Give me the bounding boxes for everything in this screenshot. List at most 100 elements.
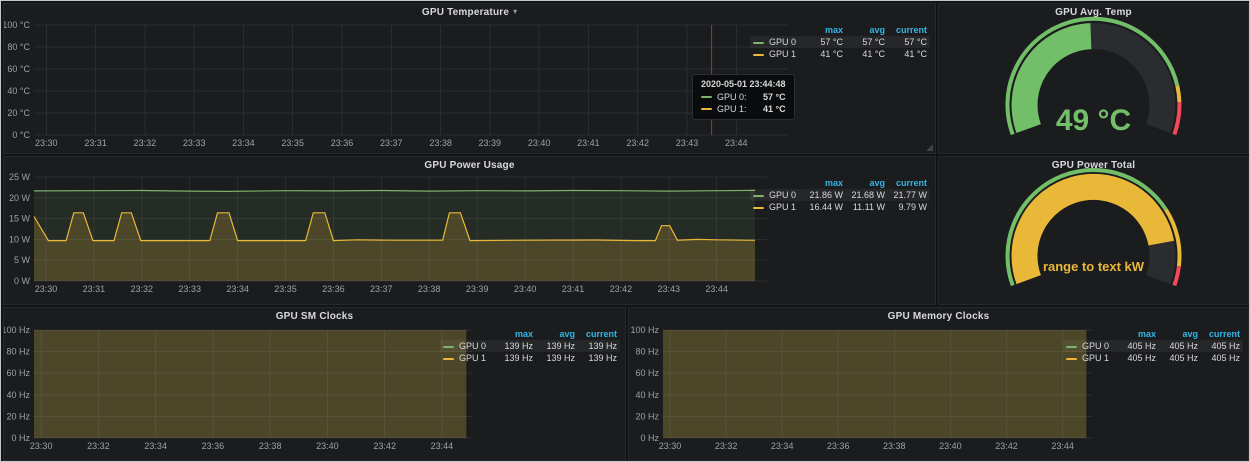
legend-series-name[interactable]: GPU 1 <box>440 352 494 364</box>
legend-stat-current: 57 °C <box>888 36 930 48</box>
tooltip-series-name: GPU 1: <box>717 104 747 114</box>
series-areas <box>34 190 755 281</box>
legend-col-header[interactable]: max <box>494 328 536 340</box>
legend-stat-avg: 21.68 W <box>846 189 888 201</box>
legend-stat-current: 41 °C <box>888 48 930 60</box>
legend-row: GPU 1405 Hz405 Hz405 Hz <box>1063 352 1243 364</box>
panel-header[interactable]: GPU SM Clocks <box>4 308 625 324</box>
svg-text:23:42: 23:42 <box>995 441 1018 451</box>
panel-title[interactable]: GPU Power Usage <box>424 160 514 171</box>
panel-menu-caret-icon[interactable]: ▾ <box>513 8 517 16</box>
legend-series-name[interactable]: GPU 0 <box>440 340 494 352</box>
panel-header[interactable]: GPU Memory Clocks <box>629 308 1248 324</box>
legend-col-header[interactable]: avg <box>846 24 888 36</box>
panel-resize-handle[interactable] <box>926 144 933 151</box>
svg-text:15 W: 15 W <box>9 214 31 224</box>
svg-text:23:44: 23:44 <box>705 284 728 294</box>
legend-stat-current: 9.79 W <box>888 201 930 213</box>
legend-col-header[interactable]: current <box>888 24 930 36</box>
svg-text:23:35: 23:35 <box>281 138 304 148</box>
series-color-dash-icon <box>1066 346 1077 348</box>
panel-gpu-memory-clocks: GPU Memory Clocks 0 Hz20 Hz40 Hz60 Hz80 … <box>628 307 1249 461</box>
svg-text:23:31: 23:31 <box>83 284 106 294</box>
series-color-dash-icon <box>753 207 764 209</box>
svg-text:23:43: 23:43 <box>676 138 699 148</box>
panel-gpu-sm-clocks: GPU SM Clocks 0 Hz20 Hz40 Hz60 Hz80 Hz10… <box>3 307 626 461</box>
panel-title[interactable]: GPU Power Total <box>1052 160 1135 171</box>
panel-gpu-temperature: GPU Temperature ▾ 0 °C20 °C40 °C60 °C80 … <box>3 3 936 154</box>
svg-text:23:32: 23:32 <box>715 441 738 451</box>
legend-series-name[interactable]: GPU 1 <box>750 201 804 213</box>
legend-col-header[interactable]: max <box>804 177 846 189</box>
svg-text:23:42: 23:42 <box>610 284 633 294</box>
svg-text:100 Hz: 100 Hz <box>630 325 659 335</box>
legend-stat-max: 139 Hz <box>494 352 536 364</box>
legend-series-name[interactable]: GPU 0 <box>750 36 804 48</box>
panel-header[interactable]: GPU Avg. Temp <box>939 4 1248 20</box>
svg-text:23:40: 23:40 <box>316 441 339 451</box>
panel-title[interactable]: GPU Memory Clocks <box>888 311 990 322</box>
panel-gpu-avg-temp: GPU Avg. Temp 49 °C <box>938 3 1249 154</box>
panel-header[interactable]: GPU Power Total <box>939 157 1248 173</box>
series-areas <box>34 330 466 438</box>
series-areas <box>663 330 1086 438</box>
axis-labels: 0 °C20 °C40 °C60 °C80 °C100 °C23:3023:31… <box>4 20 748 148</box>
legend-row: GPU 116.44 W11.11 W9.79 W <box>750 201 930 213</box>
legend-col-header[interactable]: max <box>1117 328 1159 340</box>
svg-text:23:33: 23:33 <box>178 284 201 294</box>
legend-table: maxavgcurrentGPU 0405 Hz405 Hz405 HzGPU … <box>1063 328 1243 364</box>
legend-col-header[interactable]: avg <box>846 177 888 189</box>
svg-text:0 Hz: 0 Hz <box>640 433 659 443</box>
legend-series-name[interactable]: GPU 0 <box>750 189 804 201</box>
svg-text:25 W: 25 W <box>9 172 31 182</box>
svg-text:23:44: 23:44 <box>1051 441 1074 451</box>
svg-text:23:43: 23:43 <box>658 284 681 294</box>
svg-text:23:30: 23:30 <box>35 284 58 294</box>
legend-series-name[interactable]: GPU 1 <box>1063 352 1117 364</box>
svg-text:23:38: 23:38 <box>429 138 452 148</box>
svg-text:23:44: 23:44 <box>431 441 454 451</box>
legend-stat-current: 139 Hz <box>578 340 620 352</box>
legend-series-name[interactable]: GPU 1 <box>750 48 804 60</box>
legend-stat-max: 57 °C <box>804 36 846 48</box>
legend-gpu-sm-clocks: maxavgcurrentGPU 0139 Hz139 Hz139 HzGPU … <box>440 328 620 364</box>
legend-col-header[interactable]: current <box>1201 328 1243 340</box>
svg-text:23:36: 23:36 <box>202 441 225 451</box>
legend-stat-max: 41 °C <box>804 48 846 60</box>
gpu-avg-temp-gauge: 49 °C <box>939 4 1248 153</box>
svg-text:10 W: 10 W <box>9 234 31 244</box>
panel-header[interactable]: GPU Power Usage <box>4 157 935 173</box>
svg-text:23:32: 23:32 <box>131 284 154 294</box>
legend-series-name[interactable]: GPU 0 <box>1063 340 1117 352</box>
legend-gpu-power-usage: maxavgcurrentGPU 021.86 W21.68 W21.77 WG… <box>750 177 930 213</box>
legend-table: maxavgcurrentGPU 0139 Hz139 Hz139 HzGPU … <box>440 328 620 364</box>
panel-title[interactable]: GPU SM Clocks <box>276 311 354 322</box>
panel-title[interactable]: GPU Avg. Temp <box>1055 7 1132 18</box>
panel-header[interactable]: GPU Temperature ▾ <box>4 4 935 20</box>
svg-text:60 °C: 60 °C <box>7 64 30 74</box>
legend-col-header[interactable]: max <box>804 24 846 36</box>
series-color-dash-icon <box>701 108 712 110</box>
legend-row: GPU 021.86 W21.68 W21.77 W <box>750 189 930 201</box>
tooltip-row: GPU 1: 41 °C <box>701 104 786 114</box>
series-color-dash-icon <box>753 195 764 197</box>
panel-title[interactable]: GPU Temperature <box>422 7 509 18</box>
svg-text:40 Hz: 40 Hz <box>635 390 659 400</box>
legend-col-header[interactable]: avg <box>536 328 578 340</box>
series-color-dash-icon <box>1066 358 1077 360</box>
tooltip-row: GPU 0: 57 °C <box>701 92 786 102</box>
legend-col-header[interactable]: current <box>888 177 930 189</box>
tooltip-timestamp: 2020-05-01 23:44:48 <box>701 79 786 89</box>
svg-text:0 W: 0 W <box>14 276 31 286</box>
svg-text:23:44: 23:44 <box>725 138 748 148</box>
legend-col-header[interactable]: current <box>578 328 620 340</box>
svg-text:23:39: 23:39 <box>466 284 489 294</box>
gauge-track-arc <box>1158 243 1162 280</box>
series-color-dash-icon <box>753 54 764 56</box>
legend-col-header[interactable]: avg <box>1159 328 1201 340</box>
svg-text:5 W: 5 W <box>14 255 31 265</box>
legend-stat-max: 139 Hz <box>494 340 536 352</box>
legend-table: maxavgcurrentGPU 021.86 W21.68 W21.77 WG… <box>750 177 930 213</box>
legend-stat-current: 405 Hz <box>1201 352 1243 364</box>
svg-text:23:30: 23:30 <box>659 441 682 451</box>
